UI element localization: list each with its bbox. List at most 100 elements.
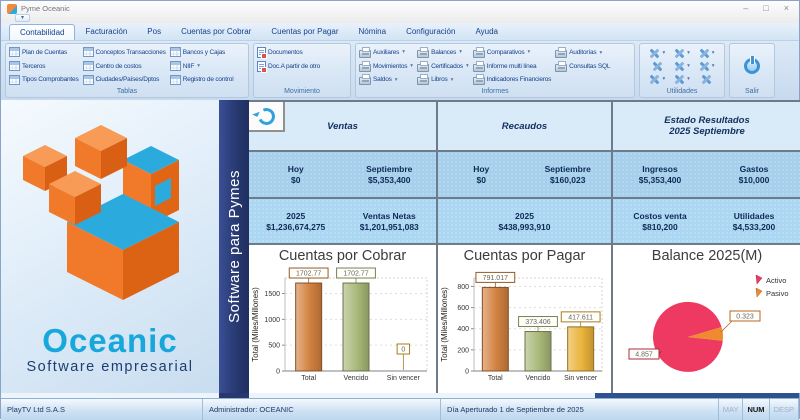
chevron-down-icon: ▾ <box>451 77 454 83</box>
tab-cuentas-por-cobrar[interactable]: Cuentas por Cobrar <box>171 24 261 40</box>
status-company: PlayTV Ltd S.A.S <box>1 399 203 420</box>
ribbon-button-informe-multi-linea[interactable]: Informe multi línea <box>472 60 552 73</box>
ribbon-button-label: Bancos y Cajas <box>183 49 225 56</box>
svg-text:Total (Miles/Millones): Total (Miles/Millones) <box>251 287 260 362</box>
ribbon-button-label: Indicadores Financieros <box>487 76 551 83</box>
vertical-banner: Software para Pymes <box>219 100 249 393</box>
tools-icon <box>701 74 712 85</box>
ribbon-button-certificados[interactable]: Certificados▾ <box>416 60 470 73</box>
tab-contabilidad[interactable]: Contabilidad <box>9 24 75 40</box>
tab-cuentas-por-pagar[interactable]: Cuentas por Pagar <box>261 24 348 40</box>
ribbon-button-label: Registro de control <box>183 76 234 83</box>
tab-pos[interactable]: Pos <box>137 24 171 40</box>
metric-ingresos: Ingresos$5,353,400 <box>613 152 707 197</box>
metric-hoy: Hoy$0 <box>249 152 343 197</box>
ribbon-button-saldos[interactable]: Saldos▾ <box>358 73 414 86</box>
refresh-button[interactable] <box>249 102 285 132</box>
chevron-down-icon: ▾ <box>197 63 200 69</box>
ribbon-button-niif[interactable]: NIIF▾ <box>169 60 235 73</box>
ribbon-button-plan-de-cuentas[interactable]: Plan de Cuentas <box>8 46 80 59</box>
panel-title: Estado Resultados2025 Septiembre <box>613 102 800 152</box>
metric-utilidades: Utilidades$4,533,200 <box>707 199 800 243</box>
ribbon-button-tipos-comprobantes[interactable]: Tipos Comprobantes <box>8 73 80 86</box>
utility-tool-button[interactable]: ▾ <box>694 47 719 59</box>
tools-icon <box>699 48 710 59</box>
ribbon-button-label: Tipos Comprobantes <box>22 76 79 83</box>
tab-configuracion[interactable]: Configuración <box>396 24 465 40</box>
utility-tool-button[interactable] <box>694 73 719 85</box>
main-area: Oceanic Software empresarial Software pa… <box>1 100 799 393</box>
close-button[interactable]: × <box>784 2 789 14</box>
ribbon-button-conceptos-transacciones[interactable]: Conceptos Transacciones <box>82 46 167 59</box>
ribbon-button-terceros[interactable]: Terceros <box>8 60 80 73</box>
tab-facturacion[interactable]: Facturación <box>75 24 137 40</box>
chart-container: Cuentas por Cobrar050010001500Total (Mil… <box>249 245 436 393</box>
printer-icon <box>359 77 371 85</box>
utility-tool-button[interactable]: ▾ <box>694 60 719 72</box>
ribbon-button-label: Consultas SQL <box>569 63 610 70</box>
svg-text:1702.77: 1702.77 <box>296 271 321 278</box>
right-bottom-segment <box>595 393 799 398</box>
panel-ventas: VentasHoy$0Septiembre$5,353,4002025$1,23… <box>249 102 436 393</box>
banner-bottom-segment <box>219 393 249 398</box>
svg-text:Vencido: Vencido <box>526 375 551 382</box>
ribbon-button-documentos[interactable]: Documentos <box>256 46 321 59</box>
ribbon-button-registro-de-control[interactable]: Registro de control <box>169 73 235 86</box>
table-icon <box>9 47 20 57</box>
utility-tool-button[interactable]: ▾ <box>670 47 695 59</box>
ribbon-button-label: Conceptos Transacciones <box>96 49 166 56</box>
ribbon-button-balances[interactable]: Balances▾ <box>416 46 470 59</box>
ribbon-group-tablas: Plan de CuentasTerceros Tipos Comprobante… <box>5 43 249 98</box>
svg-text:1000: 1000 <box>264 317 280 324</box>
printer-icon <box>417 64 429 72</box>
bar-chart: 050010001500Total (Miles/Millones)1702.7… <box>249 265 436 385</box>
utility-tool-button[interactable]: ▾ <box>670 73 695 85</box>
tools-icon <box>699 61 710 72</box>
vertical-banner-text: Software para Pymes <box>226 170 243 323</box>
exit-button[interactable] <box>732 46 772 86</box>
utility-tool-button[interactable]: ▾ <box>645 47 670 59</box>
ribbon-button-indicadores-financieros[interactable]: Indicadores Financieros <box>472 73 552 86</box>
svg-text:Activo: Activo <box>766 276 786 285</box>
svg-text:200: 200 <box>457 347 469 354</box>
quick-access-dropdown-icon[interactable]: ▾ <box>15 14 30 22</box>
svg-text:Sin vencer: Sin vencer <box>387 375 421 382</box>
minimize-button[interactable]: – <box>743 2 748 14</box>
ribbon-button-centro-de-costos[interactable]: Centro de costos <box>82 60 167 73</box>
tools-icon <box>674 48 685 59</box>
utility-tool-button[interactable]: ▾ <box>645 73 670 85</box>
ribbon-button-label: Doc.A partir de otro <box>268 63 320 70</box>
tools-icon <box>674 74 685 85</box>
tools-icon <box>649 74 660 85</box>
ribbon-button-bancos-y-cajas[interactable]: Bancos y Cajas <box>169 46 235 59</box>
ribbon-button-doc-a-partir-de-otro[interactable]: Doc.A partir de otro <box>256 60 321 73</box>
metric-septiembre: Septiembre$160,023 <box>525 152 612 197</box>
ribbon-button-comparativos[interactable]: Comparativos▾ <box>472 46 552 59</box>
ribbon-button-consultas-sql[interactable]: Consultas SQL <box>554 60 611 73</box>
ribbon-button-label: Libros <box>431 76 448 83</box>
ribbon-button-label: Certificados <box>431 63 463 70</box>
ribbon-button-libros[interactable]: Libros▾ <box>416 73 470 86</box>
table-icon <box>83 75 94 85</box>
ribbon-button-auditorias[interactable]: Auditorías▾ <box>554 46 611 59</box>
ribbon-button-movimientos[interactable]: Movimientos▾ <box>358 60 414 73</box>
printer-icon <box>555 50 567 58</box>
ribbon-button-ciudades-paises-dptos[interactable]: Ciudades/Países/Dptos <box>82 73 167 86</box>
power-icon <box>744 58 760 74</box>
ribbon-tab-row: ContabilidadFacturaciónPosCuentas por Co… <box>1 23 799 41</box>
brand-tagline: Software empresarial <box>1 359 219 375</box>
utility-tool-button[interactable]: ▾ <box>670 60 695 72</box>
printer-icon <box>473 77 485 85</box>
ribbon-button-auxiliares[interactable]: Auxiliares▾ <box>358 46 414 59</box>
svg-text:Total (Miles/Millones): Total (Miles/Millones) <box>440 287 449 362</box>
maximize-button[interactable]: □ <box>763 2 768 14</box>
svg-text:0: 0 <box>276 369 280 376</box>
ribbon-button-label: Informe multi línea <box>487 63 537 70</box>
tab-ayuda[interactable]: Ayuda <box>465 24 508 40</box>
utility-tool-button[interactable] <box>645 60 670 72</box>
printer-icon <box>555 64 567 72</box>
tools-icon <box>674 61 685 72</box>
refresh-icon <box>255 105 277 127</box>
tab-nomina[interactable]: Nómina <box>349 24 397 40</box>
metric-ventas-netas: Ventas Netas$1,201,951,083 <box>343 199 437 243</box>
